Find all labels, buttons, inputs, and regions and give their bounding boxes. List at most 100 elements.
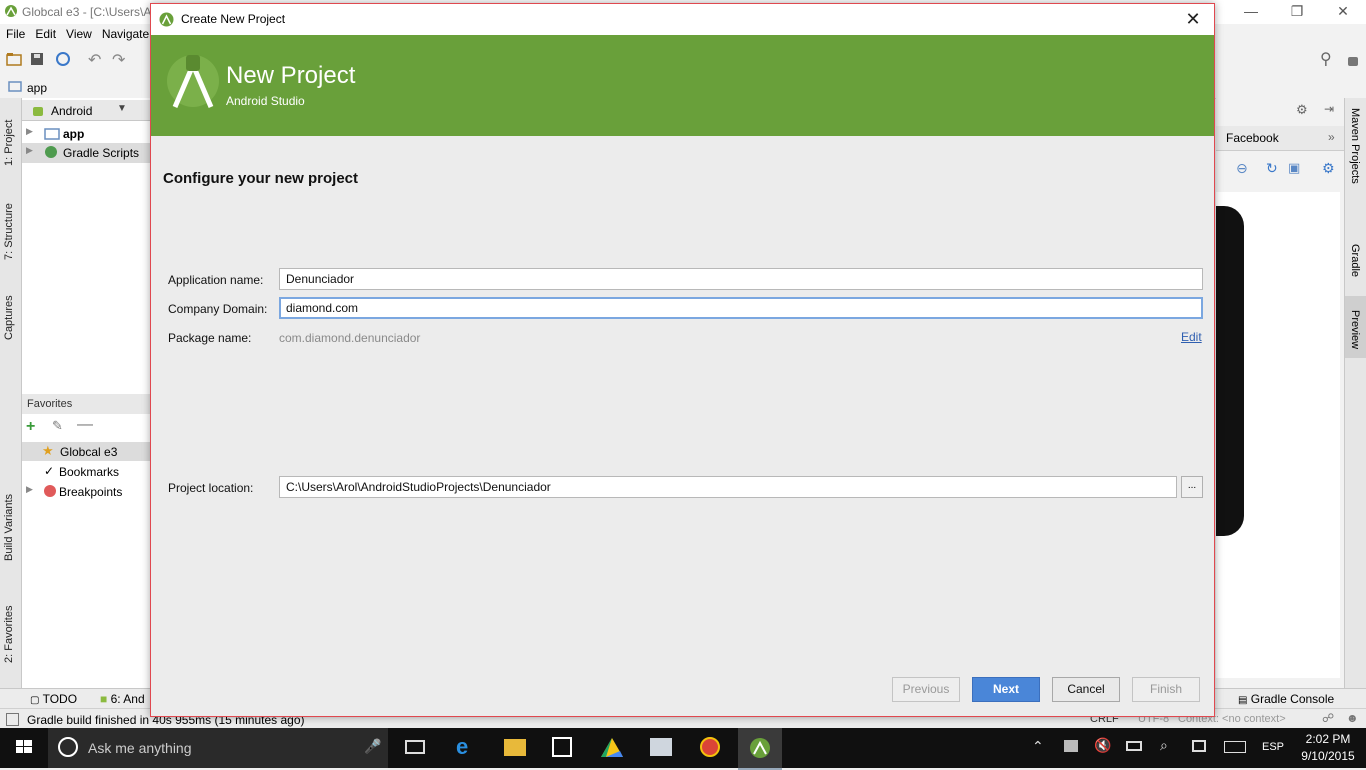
hide-panel-icon[interactable]: ⇥ [1324,102,1334,116]
app-name-input[interactable]: Denunciador [279,268,1203,290]
wifi-icon[interactable]: ⌕ [1160,737,1168,754]
notifications-icon[interactable] [1192,740,1206,752]
tab-preview[interactable]: Preview [1345,296,1366,358]
tab-gradle[interactable]: Gradle [1349,244,1361,277]
chevron-up-icon[interactable]: ⌃ [1032,738,1044,755]
input-language[interactable]: ESP [1262,741,1284,753]
folder-icon [8,81,22,92]
gradle-icon [45,146,57,158]
tree-label: Gradle Scripts [63,146,140,160]
close-icon[interactable]: ✕ [1180,8,1206,30]
android-studio-logo-icon [167,55,219,108]
keyboard-icon[interactable] [1224,741,1246,753]
windows-start-icon[interactable] [14,736,38,760]
preview-toolbar: Facebook » [1216,126,1344,151]
chrome-icon[interactable] [700,737,720,757]
favorites-title: Favorites [27,398,73,410]
microphone-icon[interactable]: 🎤 [364,738,381,755]
network-device-icon[interactable] [1064,740,1078,752]
refresh-icon[interactable]: ↻ [1266,160,1278,177]
tab-android-monitor[interactable]: ■ 6: And [100,692,145,706]
task-view-icon[interactable] [405,740,425,754]
menu-file[interactable]: File [0,24,29,41]
settings-gear-icon[interactable]: ⚙ [1296,102,1308,118]
project-location-input[interactable]: C:\Users\Arol\AndroidStudioProjects\Denu… [279,476,1177,498]
edge-icon[interactable]: e [456,734,468,760]
settings-gear-icon[interactable]: ⚙ [1322,160,1335,177]
tab-captures[interactable]: Captures [3,290,15,340]
favorites-item-bookmarks[interactable]: ✓ Bookmarks [22,462,150,481]
clock[interactable]: 2:02 PM 9/10/2015 [1300,732,1356,763]
sync-icon[interactable] [55,51,71,67]
open-folder-icon[interactable] [6,52,22,66]
tab-favorites[interactable]: 2: Favorites [3,598,15,663]
tree-item-gradle-scripts[interactable]: ▶ Gradle Scripts [22,143,150,163]
device-selector[interactable]: Facebook [1226,131,1279,145]
company-domain-input[interactable]: diamond.com [279,297,1203,319]
close-window-icon[interactable]: ✕ [1320,0,1366,24]
photos-icon[interactable] [650,738,672,756]
store-icon[interactable] [552,737,572,757]
create-project-dialog: Create New Project ✕ New Project Android… [150,3,1215,717]
tab-preview-label: Preview [1349,310,1361,350]
breadcrumb-app[interactable]: app [27,81,47,95]
lock-icon[interactable]: ☍ [1322,711,1334,725]
menu-navigate[interactable]: Navigate [96,24,153,41]
favorites-header: Favorites [22,394,150,414]
more-icon[interactable]: » [1328,130,1335,144]
android-icon: ■ [100,692,108,706]
cancel-button[interactable]: Cancel [1052,677,1120,702]
company-domain-label: Company Domain: [168,302,268,316]
project-panel [22,98,150,688]
android-icon[interactable] [1346,52,1360,68]
expand-arrow-icon[interactable]: ▶ [26,145,33,156]
module-folder-icon [44,128,60,140]
tab-project[interactable]: 1: Project [3,106,15,166]
star-icon: ★ [42,443,54,458]
edit-pencil-icon[interactable]: ✎ [52,418,63,434]
status-toggle-icon[interactable] [6,713,19,726]
cortana-search-box[interactable]: Ask me anything 🎤 [48,728,388,768]
tab-android-label: 6: And [110,692,145,706]
todo-icon: ▢ [30,695,40,706]
favorites-item-globcal[interactable]: ★ Globcal e3 [22,442,150,461]
finish-button[interactable]: Finish [1132,677,1200,702]
browse-button[interactable]: ... [1181,476,1203,498]
tab-build-variants[interactable]: Build Variants [3,486,15,561]
restore-icon[interactable]: ❐ [1274,0,1320,24]
tab-todo-label: TODO [42,692,78,706]
remove-icon[interactable]: — [77,416,93,434]
minimize-icon[interactable]: — [1228,0,1274,24]
inspector-icon[interactable]: ☻ [1346,711,1359,725]
previous-button[interactable]: Previous [892,677,960,702]
page-title: Configure your new project [163,170,359,187]
menu-view[interactable]: View [60,24,96,41]
add-icon[interactable]: + [26,418,35,436]
expand-arrow-icon[interactable]: ▶ [26,484,33,495]
android-studio-icon [5,5,17,17]
redo-icon[interactable]: ↷ [112,50,125,70]
tree-item-app[interactable]: ▶ app [22,124,150,144]
tab-todo[interactable]: ▢ TODO [30,692,77,706]
project-view-selector[interactable]: Android ▼ [22,100,150,121]
expand-arrow-icon[interactable]: ▶ [26,126,33,137]
tree-label: app [63,127,85,141]
search-everywhere-icon[interactable]: ⚲ [1320,49,1332,69]
tab-gradle-console[interactable]: ▤ Gradle Console [1238,692,1334,706]
battery-icon[interactable] [1126,741,1142,751]
save-icon[interactable] [30,52,44,66]
edit-package-link[interactable]: Edit [1181,330,1202,344]
tab-maven-projects[interactable]: Maven Projects [1349,108,1361,184]
menu-edit[interactable]: Edit [29,24,60,41]
next-button[interactable]: Next [972,677,1040,702]
favorites-item-breakpoints[interactable]: ▶ Breakpoints [22,482,150,501]
taskbar-android-studio[interactable] [738,728,782,770]
undo-icon[interactable]: ↶ [88,50,101,70]
zoom-out-icon[interactable]: ⊖ [1236,160,1248,177]
google-drive-icon[interactable] [600,737,624,759]
tab-structure[interactable]: 7: Structure [3,190,15,260]
volume-muted-icon[interactable]: 🔇 [1094,737,1111,754]
camera-icon[interactable]: ▣ [1288,160,1300,176]
package-name-label: Package name: [168,331,252,345]
file-explorer-icon[interactable] [504,739,526,756]
